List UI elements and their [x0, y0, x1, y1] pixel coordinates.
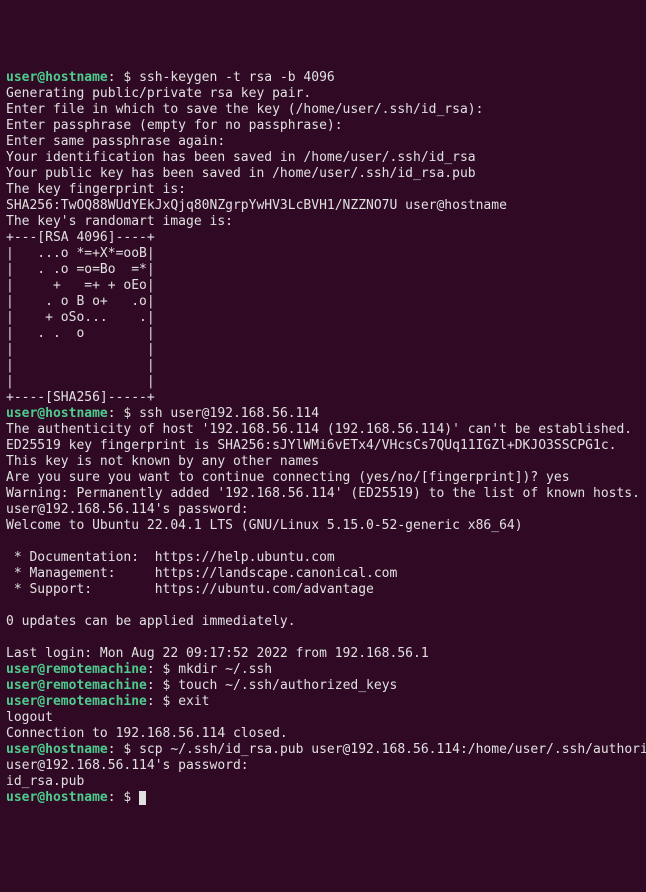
prompt-line: user@hostname: $ scp ~/.ssh/id_rsa.pub u… — [6, 742, 640, 758]
prompt-dollar: $ — [116, 790, 139, 805]
prompt-separator: : — [147, 694, 155, 709]
output-line: Enter same passphrase again: — [6, 134, 640, 150]
prompt-separator: : — [147, 678, 155, 693]
output-line: user@192.168.56.114's password: — [6, 758, 640, 774]
command-text: mkdir ~/.ssh — [178, 662, 272, 677]
prompt-user-host: user@hostname — [6, 790, 108, 805]
prompt-separator: : — [108, 742, 116, 757]
output-line: The key's randomart image is: — [6, 214, 640, 230]
output-line: +---[RSA 4096]----+ — [6, 230, 640, 246]
output-line: Warning: Permanently added '192.168.56.1… — [6, 486, 640, 502]
output-line: 0 updates can be applied immediately. — [6, 614, 640, 630]
output-line: | | — [6, 374, 640, 390]
output-line — [6, 630, 640, 646]
output-line: Generating public/private rsa key pair. — [6, 86, 640, 102]
output-line: Your public key has been saved in /home/… — [6, 166, 640, 182]
command-text: touch ~/.ssh/authorized_keys — [178, 678, 397, 693]
output-line: Welcome to Ubuntu 22.04.1 LTS (GNU/Linux… — [6, 518, 640, 534]
prompt-dollar: $ — [116, 742, 139, 757]
prompt-user-host: user@hostname — [6, 406, 108, 421]
output-line: The key fingerprint is: — [6, 182, 640, 198]
prompt-user-host: user@remotemachine — [6, 662, 147, 677]
output-line: Last login: Mon Aug 22 09:17:52 2022 fro… — [6, 646, 640, 662]
prompt-dollar: $ — [116, 406, 139, 421]
output-line: | . o B o+ .o| — [6, 294, 640, 310]
output-line: The authenticity of host '192.168.56.114… — [6, 422, 640, 438]
command-text: exit — [178, 694, 209, 709]
command-text: scp ~/.ssh/id_rsa.pub user@192.168.56.11… — [139, 742, 646, 757]
output-line: user@192.168.56.114's password: — [6, 502, 640, 518]
output-line: SHA256:TwOQ88WUdYEkJxQjq80NZgrpYwHV3LcBV… — [6, 198, 640, 214]
output-line: Your identification has been saved in /h… — [6, 150, 640, 166]
prompt-line: user@remotemachine: $ touch ~/.ssh/autho… — [6, 678, 640, 694]
output-line: | ...o *=+X*=ooB| — [6, 246, 640, 262]
prompt-dollar: $ — [116, 70, 139, 85]
prompt-user-host: user@hostname — [6, 70, 108, 85]
output-line: | . .o =o=Bo =*| — [6, 262, 640, 278]
output-line: Enter file in which to save the key (/ho… — [6, 102, 640, 118]
prompt-dollar: $ — [155, 678, 178, 693]
output-line: Enter passphrase (empty for no passphras… — [6, 118, 640, 134]
prompt-separator: : — [108, 790, 116, 805]
prompt-dollar: $ — [155, 662, 178, 677]
output-line: | | — [6, 358, 640, 374]
prompt-line: user@hostname: $ ssh-keygen -t rsa -b 40… — [6, 70, 640, 86]
prompt-line: user@hostname: $ ssh user@192.168.56.114 — [6, 406, 640, 422]
output-line: Are you sure you want to continue connec… — [6, 470, 640, 486]
output-line: Connection to 192.168.56.114 closed. — [6, 726, 640, 742]
prompt-user-host: user@remotemachine — [6, 678, 147, 693]
prompt-line: user@remotemachine: $ exit — [6, 694, 640, 710]
output-line: | + oSo... .| — [6, 310, 640, 326]
prompt-separator: : — [108, 70, 116, 85]
output-line: * Support: https://ubuntu.com/advantage — [6, 582, 640, 598]
cursor — [139, 791, 146, 805]
prompt-line: user@remotemachine: $ mkdir ~/.ssh — [6, 662, 640, 678]
prompt-separator: : — [147, 662, 155, 677]
output-line: ED25519 key fingerprint is SHA256:sJYlWM… — [6, 438, 640, 454]
output-line: logout — [6, 710, 640, 726]
output-line: +----[SHA256]-----+ — [6, 390, 640, 406]
prompt-user-host: user@remotemachine — [6, 694, 147, 709]
output-line: id_rsa.pub — [6, 774, 640, 790]
prompt-line: user@hostname: $ — [6, 790, 640, 806]
output-line — [6, 598, 640, 614]
prompt-separator: : — [108, 406, 116, 421]
output-line: * Management: https://landscape.canonica… — [6, 566, 640, 582]
terminal-window[interactable]: user@hostname: $ ssh-keygen -t rsa -b 40… — [6, 70, 640, 806]
output-line: | . . o | — [6, 326, 640, 342]
output-line — [6, 534, 640, 550]
output-line: * Documentation: https://help.ubuntu.com — [6, 550, 640, 566]
prompt-user-host: user@hostname — [6, 742, 108, 757]
output-line: | + =+ + oEo| — [6, 278, 640, 294]
output-line: This key is not known by any other names — [6, 454, 640, 470]
command-text: ssh-keygen -t rsa -b 4096 — [139, 70, 335, 85]
output-line: | | — [6, 342, 640, 358]
command-text: ssh user@192.168.56.114 — [139, 406, 319, 421]
prompt-dollar: $ — [155, 694, 178, 709]
